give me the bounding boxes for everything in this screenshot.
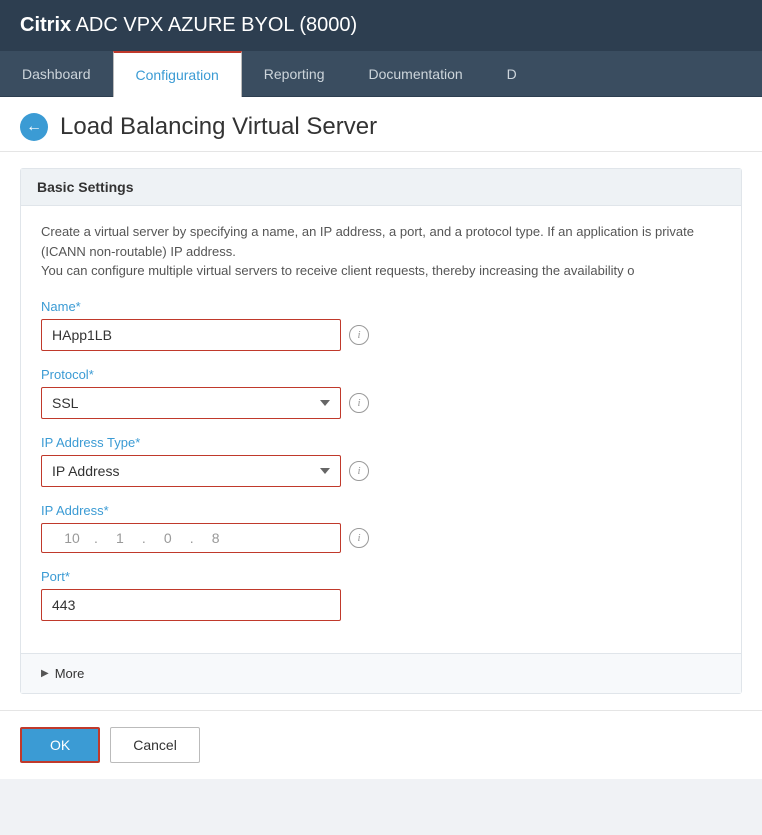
- tab-dashboard[interactable]: Dashboard: [0, 51, 113, 96]
- tab-more[interactable]: D: [485, 51, 539, 96]
- ip-octet4[interactable]: [196, 530, 236, 546]
- protocol-select[interactable]: SSL HTTP HTTPS TCP UDP: [41, 387, 341, 419]
- section-title: Basic Settings: [21, 169, 741, 206]
- page-header: ← Load Balancing Virtual Server: [0, 97, 762, 152]
- ip-address-group: . . .: [41, 523, 341, 553]
- more-label: More: [55, 666, 85, 681]
- ip-octet2[interactable]: [100, 530, 140, 546]
- ip-address-type-field-group: IP Address Type* IP Address Non Addressa…: [41, 435, 721, 487]
- tab-configuration[interactable]: Configuration: [113, 51, 242, 97]
- cancel-button[interactable]: Cancel: [110, 727, 200, 763]
- page-title: Load Balancing Virtual Server: [60, 113, 377, 141]
- ip-address-field-group: IP Address* . . . i: [41, 503, 721, 553]
- page-content: ← Load Balancing Virtual Server Basic Se…: [0, 97, 762, 779]
- ip-address-label: IP Address*: [41, 503, 721, 518]
- more-section[interactable]: ▶ More: [21, 653, 741, 693]
- ok-button[interactable]: OK: [20, 727, 100, 763]
- ip-address-type-select-row: IP Address Non Addressable Wildcard i: [41, 455, 721, 487]
- port-label: Port*: [41, 569, 721, 584]
- tab-reporting[interactable]: Reporting: [242, 51, 347, 96]
- back-button[interactable]: ←: [20, 113, 48, 141]
- name-input[interactable]: [41, 319, 341, 351]
- form-footer: OK Cancel: [0, 710, 762, 779]
- ip-octet3[interactable]: [148, 530, 188, 546]
- protocol-label: Protocol*: [41, 367, 721, 382]
- tab-documentation[interactable]: Documentation: [346, 51, 484, 96]
- app-header: Citrix ADC VPX AZURE BYOL (8000): [0, 0, 762, 51]
- ip-dot-1: .: [92, 530, 100, 546]
- name-input-row: i: [41, 319, 721, 351]
- description-text: Create a virtual server by specifying a …: [41, 222, 721, 281]
- name-label: Name*: [41, 299, 721, 314]
- ip-address-type-label: IP Address Type*: [41, 435, 721, 450]
- protocol-field-group: Protocol* SSL HTTP HTTPS TCP UDP i: [41, 367, 721, 419]
- protocol-info-icon[interactable]: i: [349, 393, 369, 413]
- brand-rest: ADC VPX AZURE BYOL (8000): [71, 14, 357, 36]
- ip-address-type-select[interactable]: IP Address Non Addressable Wildcard: [41, 455, 341, 487]
- section-body: Create a virtual server by specifying a …: [21, 206, 741, 653]
- brand-citrix: Citrix: [20, 14, 71, 36]
- ip-address-info-icon[interactable]: i: [349, 528, 369, 548]
- basic-settings-section: Basic Settings Create a virtual server b…: [20, 168, 742, 694]
- ip-dot-3: .: [188, 530, 196, 546]
- nav-tabs: Dashboard Configuration Reporting Docume…: [0, 51, 762, 97]
- ip-octet1[interactable]: [52, 530, 92, 546]
- brand-title: Citrix ADC VPX AZURE BYOL (8000): [20, 14, 357, 37]
- port-field-group: Port*: [41, 569, 721, 621]
- port-input[interactable]: [41, 589, 341, 621]
- name-field-group: Name* i: [41, 299, 721, 351]
- ip-dot-2: .: [140, 530, 148, 546]
- ip-address-type-info-icon[interactable]: i: [349, 461, 369, 481]
- protocol-select-row: SSL HTTP HTTPS TCP UDP i: [41, 387, 721, 419]
- name-info-icon[interactable]: i: [349, 325, 369, 345]
- ip-address-input-row: . . . i: [41, 523, 721, 553]
- more-arrow-icon: ▶: [41, 668, 49, 679]
